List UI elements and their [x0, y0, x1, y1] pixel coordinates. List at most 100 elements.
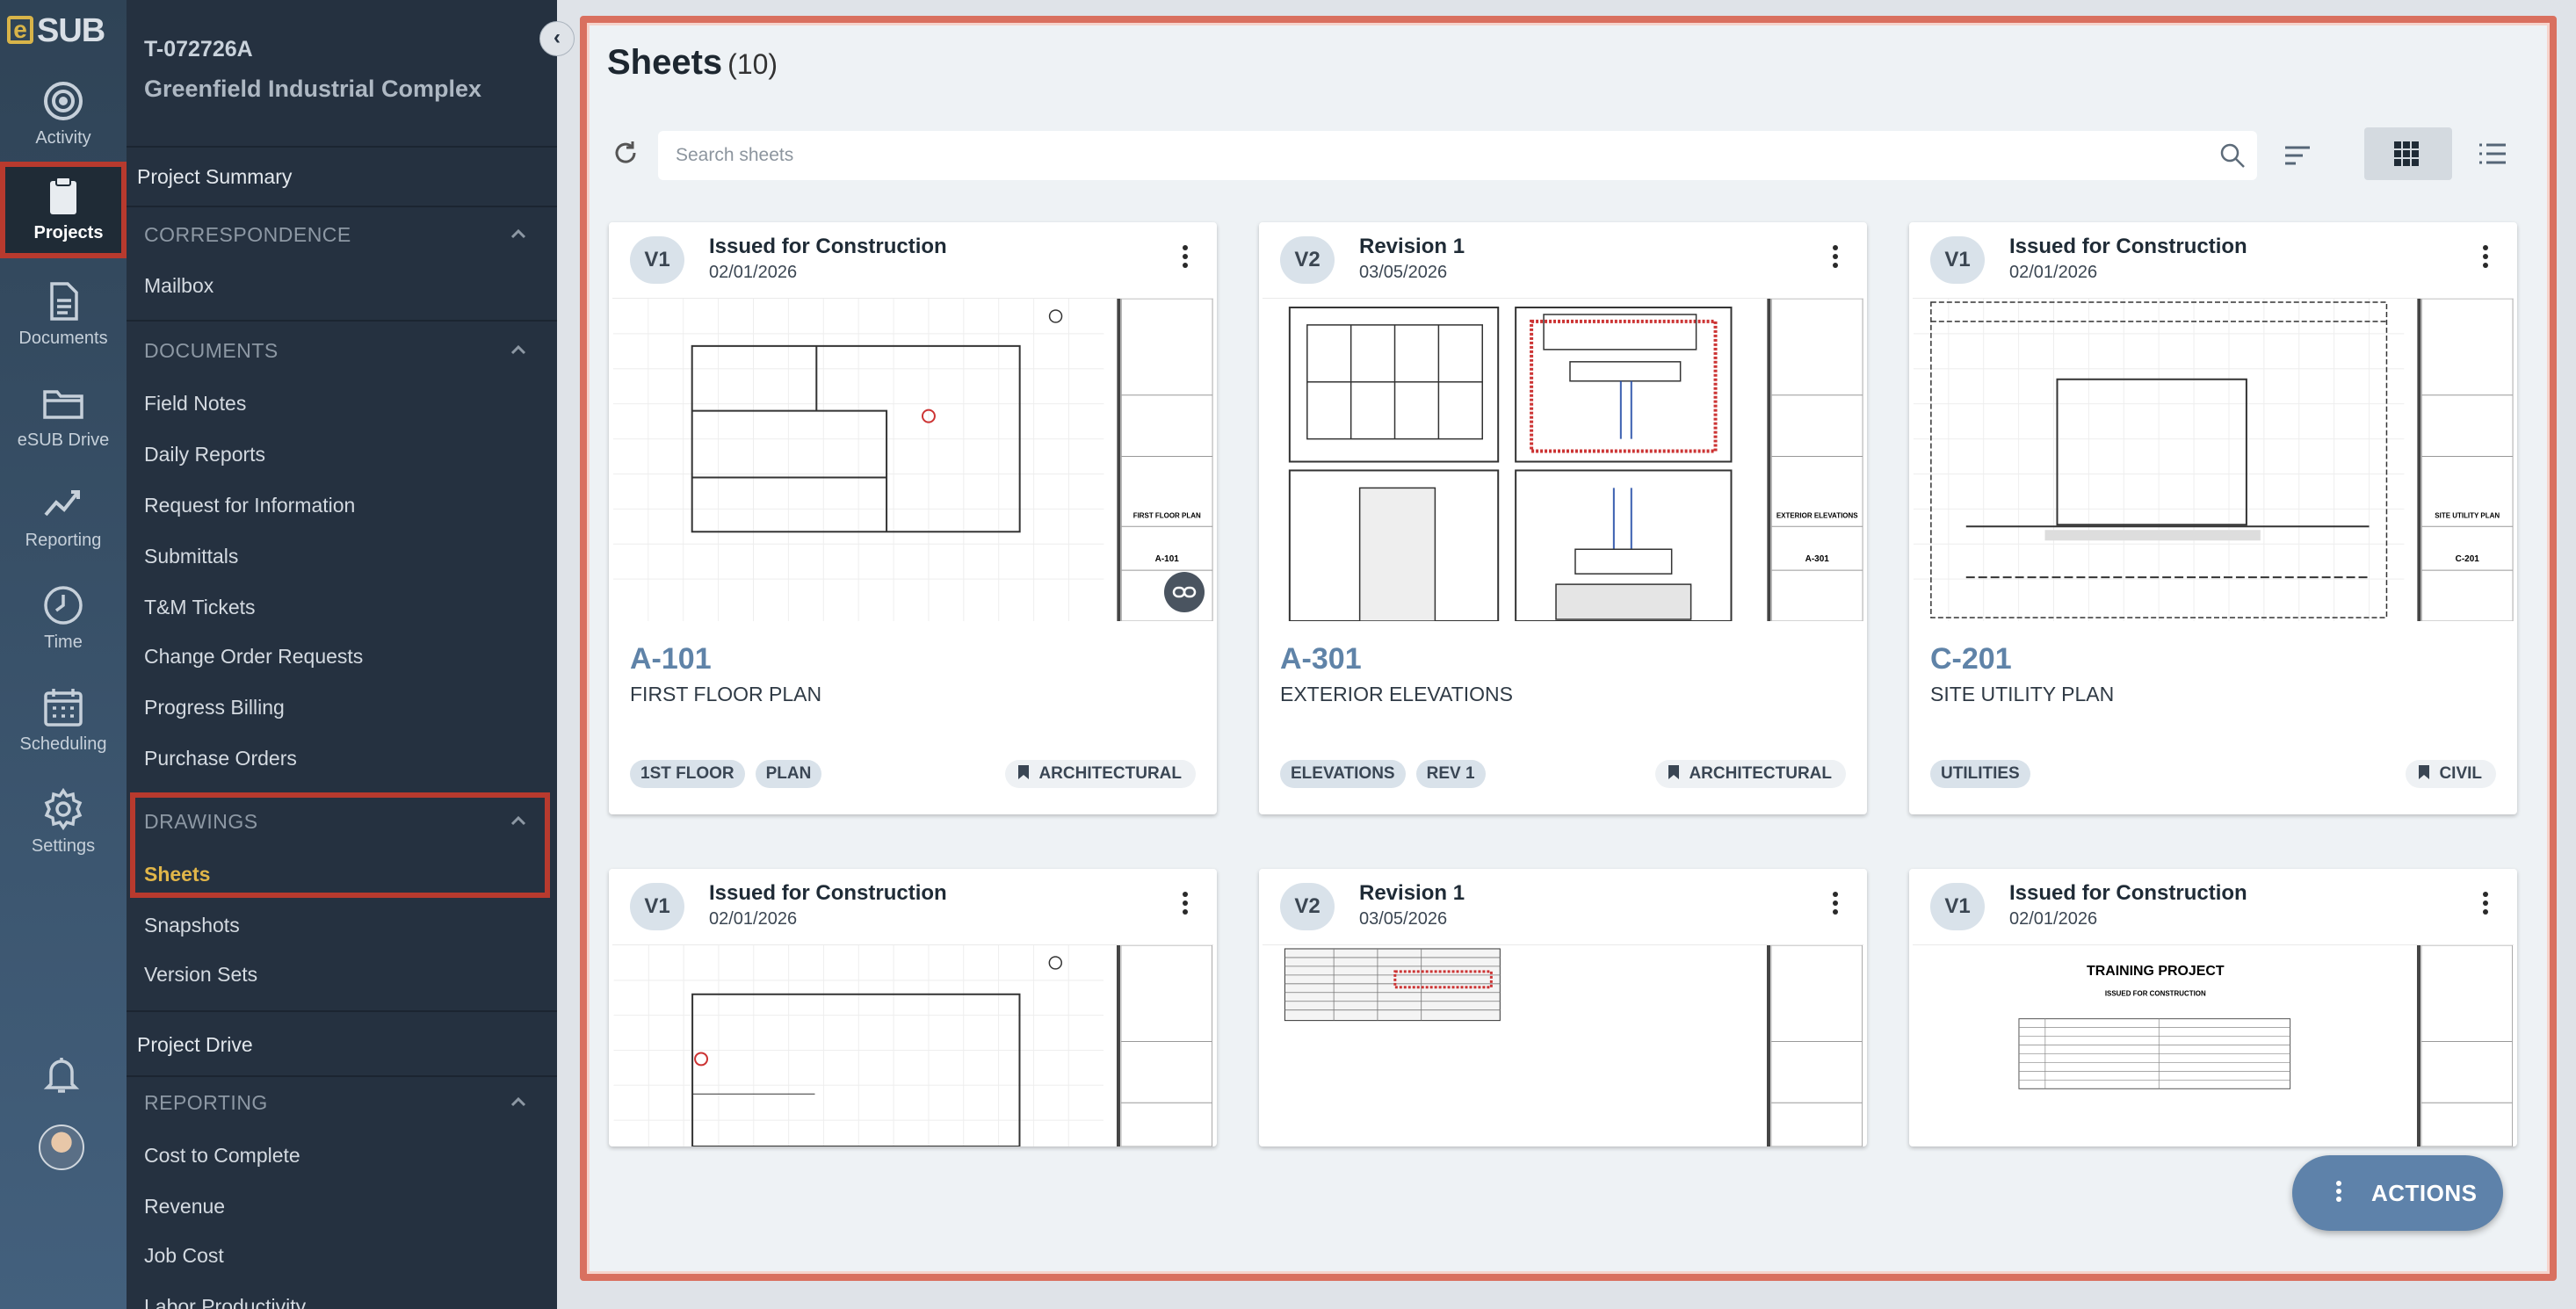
rail-item-time[interactable]: Time [0, 571, 127, 668]
more-options-icon[interactable] [1175, 242, 1196, 277]
nav-item-labor-productivity[interactable]: Labor Productivity [144, 1295, 306, 1309]
sheet-number[interactable]: A-301 [1280, 642, 1362, 676]
bookmark-icon [1018, 765, 1030, 779]
grid-view-button[interactable] [2364, 127, 2452, 180]
sheet-thumbnail[interactable]: TRAINING PROJECT ISSUED FOR CONSTRUCTION [1913, 944, 2514, 1146]
rail-item-scheduling[interactable]: Scheduling [0, 673, 127, 770]
nav-item-cost-to-complete[interactable]: Cost to Complete [144, 1144, 300, 1168]
version-status: Revision 1 [1359, 235, 1465, 258]
sheet-thumbnail[interactable] [612, 944, 1213, 1146]
search-bar [658, 131, 2257, 180]
actions-label: ACTIONS [2371, 1180, 2478, 1206]
tag[interactable]: REV 1 [1415, 760, 1486, 788]
nav-item-rfi[interactable]: Request for Information [144, 494, 355, 517]
user-avatar[interactable] [39, 1125, 84, 1170]
tag[interactable]: ELEVATIONS [1280, 760, 1406, 788]
more-options-icon[interactable] [1175, 888, 1196, 923]
more-options-icon[interactable] [2475, 888, 2496, 923]
discipline-badge[interactable]: ARCHITECTURAL [1655, 760, 1846, 788]
nav-item-change-order-requests[interactable]: Change Order Requests [144, 645, 363, 669]
rail-item-activity[interactable]: Activity [0, 67, 127, 163]
sheet-card[interactable]: V2 Revision 1 03/05/2026 [1259, 222, 1867, 814]
nav-item-version-sets[interactable]: Version Sets [144, 963, 257, 987]
folder-icon [41, 381, 85, 425]
more-options-icon[interactable] [1825, 888, 1846, 923]
version-date: 02/01/2026 [2009, 909, 2098, 929]
nav-item-mailbox[interactable]: Mailbox [144, 274, 213, 298]
rail-item-esub-drive[interactable]: eSUB Drive [0, 369, 127, 466]
link-icon[interactable] [1164, 572, 1205, 612]
version-badge: V2 [1280, 236, 1335, 284]
version-status: Revision 1 [1359, 881, 1465, 905]
nav-project-summary[interactable]: Project Summary [137, 165, 292, 189]
sheet-number[interactable]: A-101 [630, 642, 712, 676]
tag[interactable]: 1ST FLOOR [630, 760, 745, 788]
version-date: 02/01/2026 [709, 909, 798, 929]
sort-icon[interactable] [2280, 138, 2315, 173]
nav-item-revenue[interactable]: Revenue [144, 1195, 225, 1219]
discipline-badge[interactable]: ARCHITECTURAL [1005, 760, 1196, 788]
esub-logo[interactable]: e SUB [7, 9, 105, 51]
rail-item-documents[interactable]: Documents [0, 267, 127, 364]
nav-section-correspondence[interactable]: CORRESPONDENCE [144, 223, 351, 247]
chevron-up-icon[interactable] [508, 339, 529, 360]
nav-project-drive[interactable]: Project Drive [137, 1033, 253, 1057]
sheet-card[interactable]: V1 Issued for Construction 02/01/2026 TR… [1909, 869, 2517, 1146]
icon-rail: e SUB Activity Projects Documents eSUB D… [0, 0, 127, 1309]
collapse-sidebar-button[interactable]: ‹ [539, 21, 575, 56]
clock-icon [41, 583, 85, 627]
search-input[interactable] [676, 140, 2169, 171]
search-icon[interactable] [2218, 141, 2247, 170]
nav-section-drawings[interactable]: DRAWINGS [144, 810, 258, 834]
title-block-id: A-301 [1805, 554, 1830, 564]
sheet-card[interactable]: V1 Issued for Construction 02/01/2026 FI… [609, 222, 1217, 814]
title-block-id: A-101 [1155, 554, 1180, 564]
discipline-badge[interactable]: CIVIL [2406, 760, 2496, 788]
rail-item-projects[interactable]: Projects [0, 162, 127, 258]
panel-inner: Sheets(10) V1 Issued for Construction 02… [587, 23, 2550, 1274]
more-options-icon[interactable] [1825, 242, 1846, 277]
cover-title: TRAINING PROJECT [2087, 964, 2225, 979]
title-block-text: EXTERIOR ELEVATIONS [1776, 511, 1858, 519]
rail-item-reporting[interactable]: Reporting [0, 469, 127, 566]
chevron-up-icon[interactable] [508, 1091, 529, 1112]
sheet-thumbnail[interactable] [1263, 944, 1863, 1146]
sheet-thumbnail[interactable]: FIRST FLOOR PLAN A-101 [612, 298, 1213, 622]
actions-button[interactable]: ACTIONS [2292, 1155, 2503, 1231]
list-view-icon[interactable] [2475, 136, 2510, 171]
rail-item-settings[interactable]: Settings [0, 775, 127, 871]
nav-section-documents[interactable]: DOCUMENTS [144, 339, 279, 363]
sheet-card[interactable]: V2 Revision 1 03/05/2026 [1259, 869, 1867, 1146]
nav-section-reporting[interactable]: REPORTING [144, 1091, 268, 1115]
version-status: Issued for Construction [2009, 235, 2247, 258]
rail-label: Time [44, 633, 83, 652]
nav-item-tm-tickets[interactable]: T&M Tickets [144, 596, 256, 619]
nav-item-job-cost[interactable]: Job Cost [144, 1244, 224, 1268]
version-date: 03/05/2026 [1359, 909, 1448, 929]
nav-item-snapshots[interactable]: Snapshots [144, 914, 240, 937]
tag[interactable]: PLAN [755, 760, 822, 788]
version-status: Issued for Construction [709, 881, 947, 905]
sheet-thumbnail[interactable]: EXTERIOR ELEVATIONS A-301 [1263, 298, 1863, 622]
refresh-icon[interactable] [611, 138, 640, 168]
chevron-up-icon[interactable] [508, 223, 529, 244]
tag[interactable]: UTILITIES [1930, 760, 2030, 788]
nav-item-submittals[interactable]: Submittals [144, 545, 238, 568]
rail-label: Scheduling [19, 734, 107, 754]
nav-item-progress-billing[interactable]: Progress Billing [144, 696, 285, 720]
nav-item-daily-reports[interactable]: Daily Reports [144, 443, 265, 466]
nav-item-sheets[interactable]: Sheets [144, 863, 210, 886]
more-options-icon[interactable] [2475, 242, 2496, 277]
sheet-card[interactable]: V1 Issued for Construction 02/01/2026 SI… [1909, 222, 2517, 814]
divider [127, 206, 557, 207]
bell-icon[interactable] [40, 1052, 83, 1096]
nav-item-field-notes[interactable]: Field Notes [144, 392, 246, 416]
nav-item-purchase-orders[interactable]: Purchase Orders [144, 747, 297, 770]
version-date: 02/01/2026 [2009, 263, 2098, 282]
sheet-thumbnail[interactable]: SITE UTILITY PLAN C-201 [1913, 298, 2514, 622]
chevron-up-icon[interactable] [508, 810, 529, 831]
clipboard-icon [41, 174, 85, 218]
sheet-card[interactable]: V1 Issued for Construction 02/01/2026 [609, 869, 1217, 1146]
sheet-number[interactable]: C-201 [1930, 642, 2012, 676]
version-badge: V2 [1280, 883, 1335, 930]
